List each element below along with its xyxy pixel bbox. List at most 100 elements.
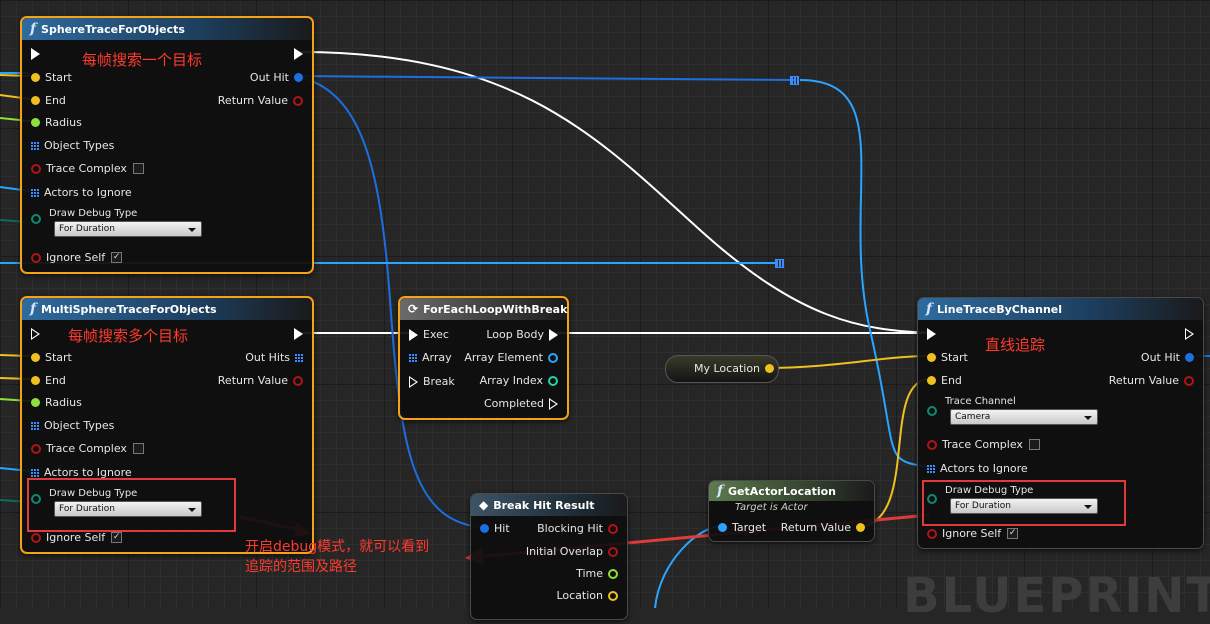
node-break-hit-result[interactable]: ◆ Break Hit Result Hit Blocking Hit Initi… bbox=[470, 493, 628, 620]
pin-exec-in[interactable]: Exec bbox=[404, 328, 449, 341]
pin-end[interactable]: End bbox=[26, 374, 66, 387]
node-title: MultiSphereTraceForObjects bbox=[41, 302, 217, 316]
draw-debug-label: Draw Debug Type bbox=[49, 208, 138, 219]
pin-radius[interactable]: Radius bbox=[26, 116, 82, 129]
trace-complex-checkbox[interactable] bbox=[132, 163, 144, 174]
draw-debug-dropdown[interactable]: For Duration bbox=[54, 221, 202, 237]
ignore-self-checkbox[interactable]: ✓ bbox=[1007, 528, 1019, 539]
pin-end[interactable]: End bbox=[922, 374, 962, 387]
trace-complex-checkbox[interactable] bbox=[1028, 439, 1040, 450]
pin-ignore-self[interactable]: Ignore Self ✓ bbox=[922, 527, 1019, 540]
function-icon: f bbox=[30, 21, 37, 37]
array-pin-icon bbox=[31, 141, 39, 150]
exec-arrow-icon bbox=[294, 328, 303, 340]
node-foreach-loop[interactable]: ⟳ ForEachLoopWithBreak Exec Loop Body Arr… bbox=[398, 296, 569, 420]
node-my-location[interactable]: My Location bbox=[665, 355, 779, 383]
pin-array-element[interactable]: Array Element bbox=[464, 351, 563, 364]
pin-object-types[interactable]: Object Types bbox=[26, 419, 114, 432]
node-title: GetActorLocation bbox=[728, 484, 836, 498]
pin-object-types[interactable]: Object Types bbox=[26, 139, 114, 152]
reroute-node-mid[interactable] bbox=[775, 259, 784, 268]
node-title: Break Hit Result bbox=[493, 498, 595, 512]
exec-arrow-icon bbox=[549, 328, 558, 341]
array-pin-icon bbox=[31, 468, 39, 477]
function-icon: f bbox=[30, 301, 37, 317]
annotation-line-trace: 直线追踪 bbox=[985, 336, 1046, 354]
pin-completed[interactable]: Completed bbox=[484, 397, 563, 410]
array-pin-icon bbox=[927, 464, 935, 473]
pin-out-hit[interactable]: Out Hit bbox=[1141, 351, 1199, 364]
pin-exec-out[interactable] bbox=[289, 48, 308, 60]
pin-exec-in[interactable] bbox=[26, 328, 45, 340]
pin-return-value[interactable]: Return Value bbox=[1109, 374, 1199, 387]
array-pin-icon bbox=[31, 421, 39, 430]
trace-channel-label: Trace Channel bbox=[945, 396, 1016, 407]
reroute-node-top[interactable] bbox=[790, 76, 799, 85]
pin-out-hits[interactable]: Out Hits bbox=[245, 351, 308, 364]
pin-draw-debug-type[interactable] bbox=[26, 214, 46, 224]
pin-exec-in[interactable] bbox=[26, 48, 45, 60]
pin-end[interactable]: End bbox=[26, 94, 66, 107]
pin-return-value[interactable]: Return Value bbox=[781, 521, 870, 534]
pin-out-hit[interactable]: Out Hit bbox=[250, 71, 308, 84]
annotation-debug-line1: 开启debug模式，就可以看到 bbox=[245, 539, 430, 555]
pin-blocking-hit[interactable]: Blocking Hit bbox=[537, 522, 623, 535]
loop-icon: ⟳ bbox=[408, 302, 419, 316]
annotation-debug-line2: 追踪的范围及路径 bbox=[245, 559, 357, 575]
pin-location[interactable]: Location bbox=[556, 589, 623, 602]
array-pin-icon bbox=[409, 353, 417, 362]
pin-start[interactable]: Start bbox=[922, 351, 968, 364]
struct-wire-outhit-reroute bbox=[295, 75, 796, 81]
ignore-self-checkbox[interactable]: ✓ bbox=[111, 252, 123, 263]
exec-wire-sphere-to-linetrace bbox=[299, 51, 931, 334]
exec-arrow-icon bbox=[409, 375, 418, 388]
pin-start[interactable]: Start bbox=[26, 351, 72, 364]
pin-exec-out[interactable] bbox=[1180, 328, 1199, 340]
pin-initial-overlap[interactable]: Initial Overlap bbox=[526, 545, 623, 558]
pin-return-value[interactable]: Return Value bbox=[218, 94, 308, 107]
node-title: LineTraceByChannel bbox=[937, 302, 1063, 316]
exec-arrow-icon bbox=[409, 328, 418, 341]
array-pin-icon bbox=[31, 188, 39, 197]
function-icon: f bbox=[926, 301, 933, 317]
trace-complex-checkbox[interactable] bbox=[132, 443, 144, 454]
break-struct-icon: ◆ bbox=[479, 498, 489, 512]
node-subtitle: Target is Actor bbox=[735, 502, 808, 513]
pin-array-index[interactable]: Array Index bbox=[480, 374, 563, 387]
annotation-per-frame-one: 每帧搜索一个目标 bbox=[82, 51, 203, 69]
node-title: SphereTraceForObjects bbox=[41, 22, 185, 36]
pin-ignore-self[interactable]: Ignore Self ✓ bbox=[26, 531, 123, 544]
pin-time[interactable]: Time bbox=[576, 567, 623, 580]
exec-arrow-icon bbox=[927, 328, 936, 340]
highlight-box-linetrace-debug bbox=[922, 480, 1126, 526]
pin-array[interactable]: Array bbox=[404, 351, 452, 364]
pin-exec-in[interactable] bbox=[922, 328, 941, 340]
ignore-self-checkbox[interactable]: ✓ bbox=[111, 532, 123, 543]
struct-wire-reroute-down bbox=[799, 79, 931, 468]
pin-trace-complex[interactable]: Trace Complex bbox=[26, 162, 144, 175]
pin-hit[interactable]: Hit bbox=[475, 522, 510, 535]
exec-arrow-icon bbox=[1185, 328, 1194, 340]
exec-arrow-icon bbox=[31, 328, 40, 340]
pin-target[interactable]: Target bbox=[713, 521, 766, 534]
pin-start[interactable]: Start bbox=[26, 71, 72, 84]
pin-break[interactable]: Break bbox=[404, 375, 455, 388]
pin-loop-body[interactable]: Loop Body bbox=[486, 328, 563, 341]
array-pin-icon bbox=[295, 353, 303, 362]
pin-exec-out[interactable] bbox=[289, 328, 308, 340]
node-get-actor-location[interactable]: f GetActorLocation Target is Actor Target… bbox=[708, 480, 875, 542]
trace-channel-dropdown[interactable]: Camera bbox=[950, 409, 1098, 425]
pin-trace-complex[interactable]: Trace Complex bbox=[922, 438, 1040, 451]
pin-return-value[interactable]: Return Value bbox=[218, 374, 308, 387]
node-title: ForEachLoopWithBreak bbox=[423, 302, 568, 316]
pin-actors-to-ignore[interactable]: Actors to Ignore bbox=[26, 186, 132, 199]
pin-trace-complex[interactable]: Trace Complex bbox=[26, 442, 144, 455]
annotation-per-frame-many: 每帧搜索多个目标 bbox=[68, 327, 189, 345]
pin-radius[interactable]: Radius bbox=[26, 396, 82, 409]
highlight-box-multisphere-debug bbox=[27, 478, 236, 532]
pin-actors-to-ignore[interactable]: Actors to Ignore bbox=[922, 462, 1028, 475]
blueprint-watermark: BLUEPRINT bbox=[903, 568, 1210, 624]
pin-trace-channel[interactable] bbox=[922, 406, 942, 416]
pin-ignore-self[interactable]: Ignore Self ✓ bbox=[26, 251, 123, 264]
exec-arrow-icon bbox=[294, 48, 303, 60]
